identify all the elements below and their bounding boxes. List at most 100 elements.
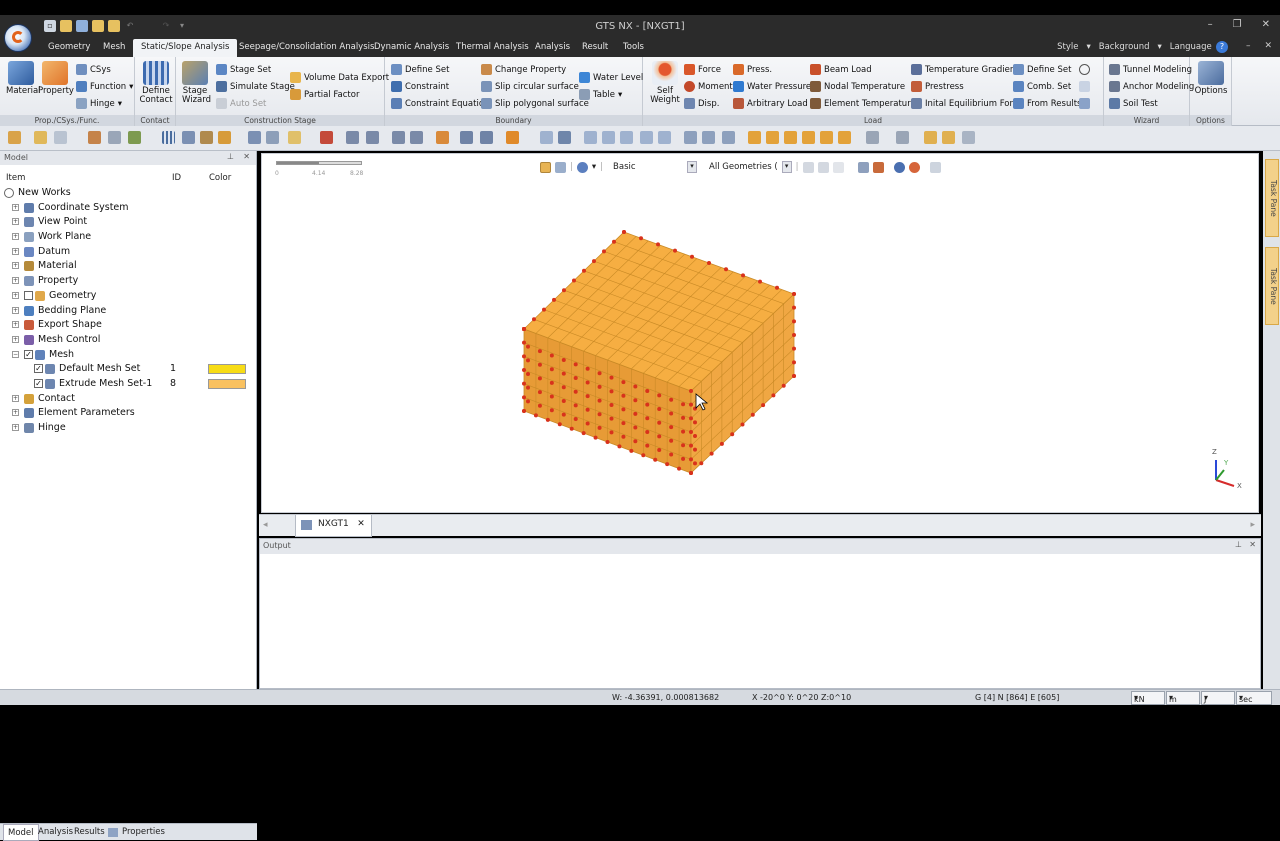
- visibility-checkbox[interactable]: ✓: [24, 349, 33, 359]
- render-mode-select[interactable]: Basic: [613, 162, 683, 172]
- view-left-icon[interactable]: [802, 131, 815, 144]
- view-iso-icon[interactable]: [748, 131, 761, 144]
- expand-toggle[interactable]: +: [12, 262, 19, 270]
- expand-toggle[interactable]: −: [12, 350, 19, 358]
- view-front-icon[interactable]: [684, 131, 697, 144]
- shade-icon[interactable]: [896, 131, 909, 144]
- view-top-icon[interactable]: [766, 131, 779, 144]
- color-swatch[interactable]: [208, 364, 246, 375]
- zoom-dynamic-icon[interactable]: [602, 131, 615, 144]
- tree-node[interactable]: + Mesh Control: [0, 333, 256, 348]
- zoom-fit-icon[interactable]: [558, 131, 571, 144]
- select-poly-icon[interactable]: [108, 131, 121, 144]
- water-level-button[interactable]: Water Level: [579, 72, 643, 83]
- self-weight-button[interactable]: Self Weight: [647, 61, 683, 105]
- background-menu[interactable]: Background: [1099, 42, 1150, 52]
- tree-node[interactable]: + Datum: [0, 245, 256, 260]
- snap-icon[interactable]: [182, 131, 195, 144]
- color-swatch[interactable]: [208, 378, 246, 389]
- close-icon[interactable]: ✕: [1249, 540, 1256, 549]
- expand-toggle[interactable]: +: [12, 424, 19, 431]
- initial-equilibrium-button[interactable]: Inital Equilibrium Force: [911, 98, 1023, 109]
- constraint-button[interactable]: Constraint: [391, 81, 449, 92]
- expand-toggle[interactable]: +: [12, 247, 19, 255]
- element-temperature-button[interactable]: Element Temperature: [810, 98, 916, 109]
- view-right-icon[interactable]: [820, 131, 833, 144]
- close-icon[interactable]: ✕: [357, 519, 365, 529]
- beam-load-button[interactable]: Beam Load: [810, 64, 872, 75]
- unit-length-select[interactable]: m ▾: [1166, 691, 1200, 705]
- expand-toggle[interactable]: +: [12, 218, 19, 226]
- expand-toggle[interactable]: +: [12, 233, 19, 241]
- lock-open-icon[interactable]: [54, 131, 67, 144]
- mesh-model[interactable]: [262, 154, 1258, 512]
- soil-test-button[interactable]: Soil Test: [1109, 98, 1158, 109]
- load-option-icon[interactable]: [1079, 64, 1090, 75]
- tab-model[interactable]: Model: [3, 824, 39, 841]
- geometry-filter-dropdown[interactable]: ▾: [781, 161, 792, 173]
- tab-properties[interactable]: Properties: [122, 827, 165, 837]
- function-button[interactable]: Function ▾: [76, 81, 133, 92]
- material-button[interactable]: Material: [6, 61, 41, 96]
- slip-polygonal-button[interactable]: Slip polygonal surface: [481, 98, 589, 109]
- render2-icon[interactable]: [942, 131, 955, 144]
- tunnel-modeling-button[interactable]: Tunnel Modeling: [1109, 64, 1192, 75]
- tab-analysis-panel[interactable]: Analysis: [38, 827, 73, 837]
- view-style-icon[interactable]: [576, 161, 588, 173]
- tab-results-panel[interactable]: Results: [74, 827, 105, 837]
- style-menu[interactable]: Style: [1057, 42, 1078, 52]
- change-property-button[interactable]: Change Property: [481, 64, 566, 75]
- table-button[interactable]: Table ▾: [579, 89, 622, 100]
- expand-toggle[interactable]: +: [12, 409, 19, 417]
- tab-dynamic-analysis[interactable]: Dynamic Analysis: [374, 42, 449, 52]
- boundary-define-set-button[interactable]: Define Set: [391, 64, 449, 75]
- pin-icon[interactable]: ⊥: [227, 152, 234, 161]
- anchor-modeling-button[interactable]: Anchor Modeling: [1109, 81, 1194, 92]
- hide-icon[interactable]: [857, 161, 869, 173]
- press-button[interactable]: Press.: [733, 64, 772, 75]
- stage-wizard-button[interactable]: Stage Wizard: [182, 61, 211, 105]
- nodal-temperature-button[interactable]: Nodal Temperature: [810, 81, 905, 92]
- lock-icon[interactable]: [34, 131, 47, 144]
- chevron-down-icon[interactable]: ▾: [592, 162, 596, 172]
- ribbon-minimize-icon[interactable]: –: [1246, 41, 1251, 51]
- visibility-checkbox[interactable]: [24, 290, 33, 300]
- restore-icon[interactable]: ❐: [1233, 19, 1242, 30]
- property-button[interactable]: Property: [38, 61, 74, 96]
- help-icon[interactable]: ?: [1216, 41, 1228, 53]
- force-button[interactable]: Force: [684, 64, 721, 75]
- doc-close-icon[interactable]: ✕: [1264, 41, 1272, 51]
- language-menu[interactable]: Language: [1170, 42, 1212, 52]
- node-icon[interactable]: [346, 131, 359, 144]
- partial-factor-button[interactable]: Partial Factor: [290, 89, 359, 100]
- temperature-gradient-button[interactable]: Temperature Gradient: [911, 64, 1019, 75]
- isolate-icon[interactable]: [893, 161, 905, 173]
- tree-node[interactable]: + Contact: [0, 392, 256, 407]
- tab-thermal-analysis[interactable]: Thermal Analysis: [456, 42, 529, 52]
- grid-icon[interactable]: [162, 131, 175, 144]
- mesh-icon[interactable]: [320, 131, 333, 144]
- task-pane-tab-1[interactable]: Task Pane: [1265, 159, 1279, 237]
- pin-icon[interactable]: [8, 131, 21, 144]
- query-icon[interactable]: [436, 131, 449, 144]
- expand-toggle[interactable]: +: [12, 203, 19, 211]
- expand-toggle[interactable]: +: [12, 335, 19, 343]
- tree-node[interactable]: + View Point: [0, 215, 256, 230]
- filter3-icon[interactable]: [832, 161, 844, 173]
- arbitrary-load-button[interactable]: Arbitrary Load: [733, 98, 808, 109]
- expand-toggle[interactable]: +: [12, 291, 19, 299]
- view-bottom-icon[interactable]: [784, 131, 797, 144]
- filter2-icon[interactable]: [817, 161, 829, 173]
- pencil-icon[interactable]: [506, 131, 519, 144]
- model-viewport[interactable]: 0 4.14 8.28 Z Y X: [261, 153, 1259, 513]
- load-define-set-button[interactable]: Define Set: [1013, 64, 1071, 75]
- tab-analysis[interactable]: Analysis: [535, 42, 570, 52]
- zoom-window-icon[interactable]: [584, 131, 597, 144]
- element-icon[interactable]: [366, 131, 379, 144]
- tree-node[interactable]: − ✓ Mesh: [0, 348, 256, 363]
- render-mode-dropdown[interactable]: ▾: [687, 161, 698, 173]
- pick-icon[interactable]: [555, 161, 566, 173]
- render3-icon[interactable]: [962, 131, 975, 144]
- rotate-view2-icon[interactable]: [640, 131, 653, 144]
- volume-data-export-button[interactable]: Volume Data Export: [290, 72, 389, 83]
